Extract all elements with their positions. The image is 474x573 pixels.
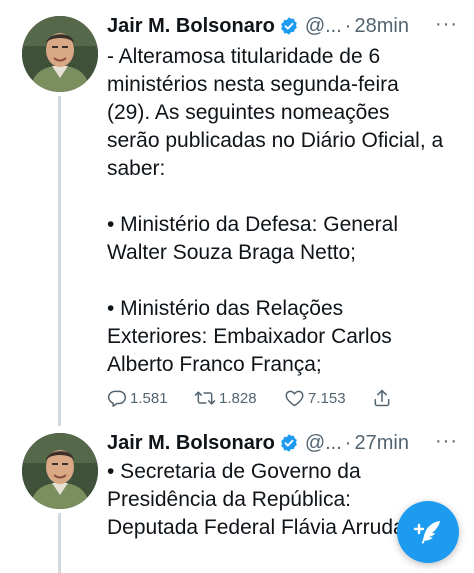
retweet-button[interactable]: 1.828 xyxy=(194,384,257,412)
avatar[interactable] xyxy=(22,16,98,92)
tweet-text-line: Alberto Franco França; xyxy=(107,353,322,376)
compose-tweet-icon xyxy=(413,521,440,544)
retweet-icon xyxy=(194,391,216,405)
like-icon xyxy=(285,390,304,407)
verified-badge-icon xyxy=(280,17,297,35)
author-handle[interactable]: @... xyxy=(305,15,342,38)
thread-line xyxy=(58,513,61,573)
tweet[interactable]: Jair M. Bolsonaro @... · 28min ··· - Alt… xyxy=(0,0,474,426)
tweet-text-line: ministérios nesta segunda-feira xyxy=(107,73,399,96)
compose-tweet-button[interactable] xyxy=(397,501,459,563)
like-count: 7.153 xyxy=(308,389,346,407)
share-button[interactable] xyxy=(372,384,392,412)
share-icon xyxy=(374,389,390,407)
more-options-button[interactable]: ··· xyxy=(435,431,458,451)
tweet-text-line: • Secretaria de Governo da xyxy=(107,460,361,483)
verified-badge-icon xyxy=(280,434,297,452)
timestamp[interactable]: 28min xyxy=(354,15,408,38)
tweet-text-line: saber: xyxy=(107,157,166,180)
tweet-text-line: (29). As seguintes nomeações xyxy=(107,101,390,124)
author-name[interactable]: Jair M. Bolsonaro xyxy=(107,432,275,455)
avatar[interactable] xyxy=(22,433,98,509)
tweet-text-line: Walter Souza Braga Netto; xyxy=(107,241,357,264)
author-handle[interactable]: @... xyxy=(305,432,342,455)
tweet-header: Jair M. Bolsonaro @... · 28min xyxy=(107,10,474,42)
reply-button[interactable]: 1.581 xyxy=(107,384,168,412)
tweet-actions: 1.581 1.828 7.153 xyxy=(107,384,407,412)
tweet-text-line: Exteriores: Embaixador Carlos xyxy=(107,325,392,348)
timestamp[interactable]: 27min xyxy=(354,432,408,455)
more-options-button[interactable]: ··· xyxy=(435,14,458,34)
tweet-text: - Alteramosa titularidade de 6 ministéri… xyxy=(107,43,467,379)
tweet-text-line: • Ministério da Defesa: General xyxy=(107,213,398,236)
separator: · xyxy=(344,14,352,37)
tweet-text-line: serão publicadas no Diário Oficial, a xyxy=(107,129,444,152)
reply-icon xyxy=(107,390,127,407)
retweet-count: 1.828 xyxy=(219,389,257,407)
thread-line xyxy=(58,96,61,426)
tweet-text-line: • Ministério das Relações xyxy=(107,297,344,320)
like-button[interactable]: 7.153 xyxy=(284,384,346,412)
reply-count: 1.581 xyxy=(130,389,168,407)
tweet-text-line: - Alteramosa titularidade de 6 xyxy=(107,45,381,68)
tweet-header: Jair M. Bolsonaro @... · 27min xyxy=(107,427,474,459)
separator: · xyxy=(344,431,352,454)
author-name[interactable]: Jair M. Bolsonaro xyxy=(107,15,275,38)
